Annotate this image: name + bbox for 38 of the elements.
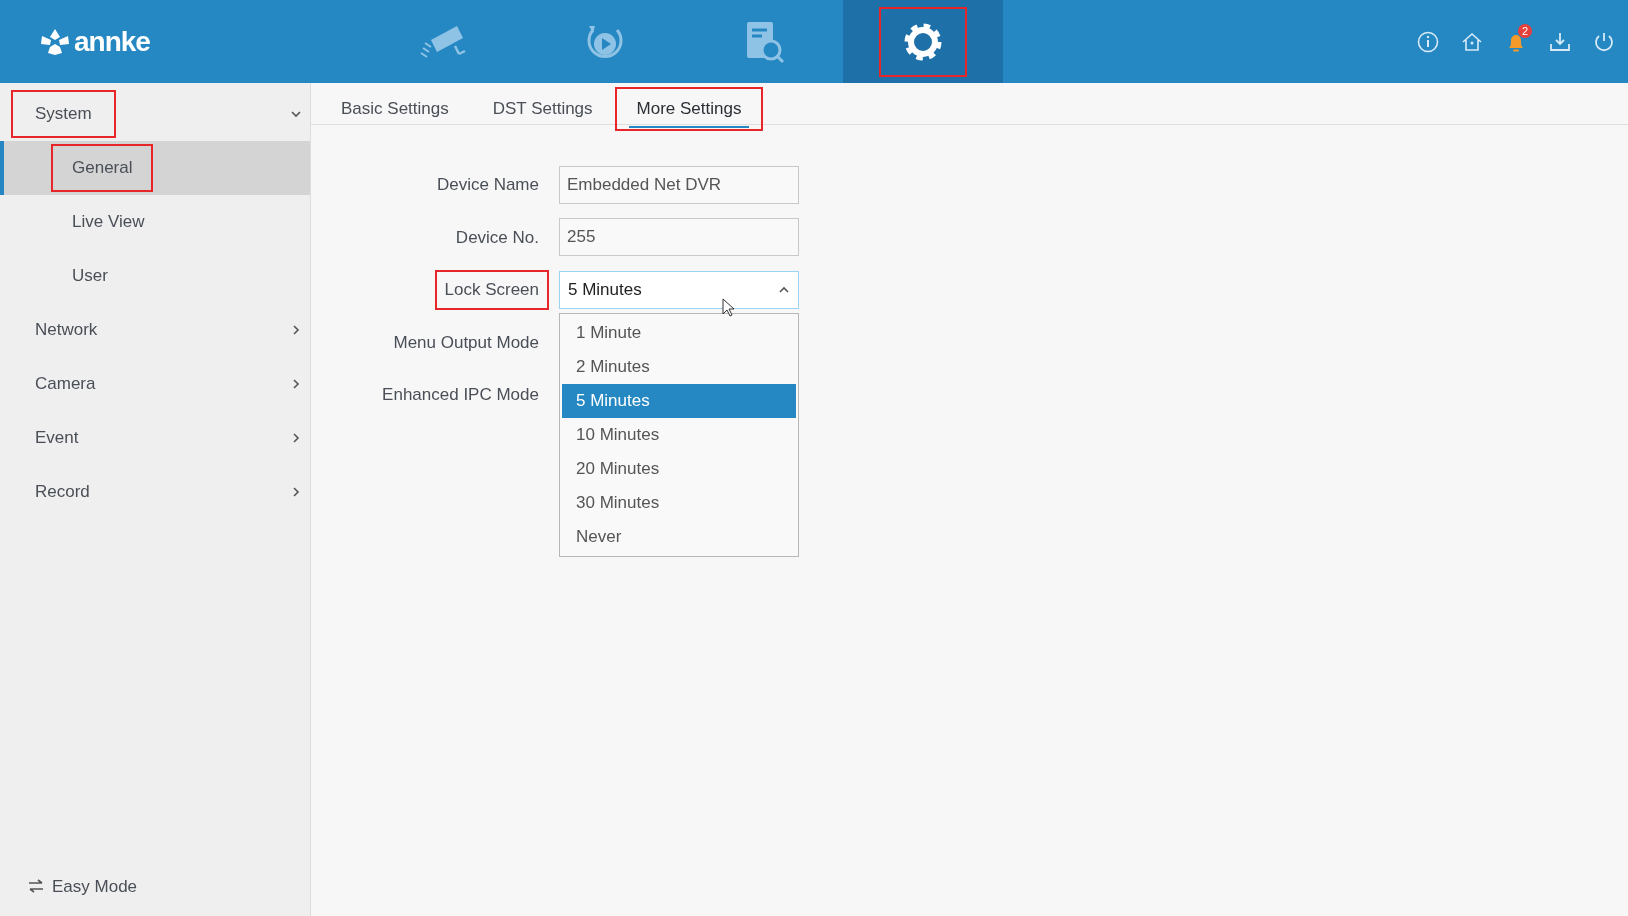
chevron-right-icon — [290, 432, 302, 444]
chevron-right-icon — [290, 378, 302, 390]
sidebar-subitem[interactable]: User — [0, 249, 310, 303]
chevron-down-icon — [290, 108, 302, 120]
easy-mode-button[interactable]: Easy Mode — [22, 872, 144, 900]
field-label: Menu Output Mode — [392, 331, 540, 354]
dropdown-field[interactable]: 5 Minutes — [559, 270, 799, 309]
info-icon — [1416, 29, 1440, 54]
chevron-right-icon — [290, 324, 302, 336]
text-input-field[interactable]: Embedded Net DVR — [559, 165, 799, 204]
field-label: Device Name — [435, 174, 540, 196]
dropdown-option[interactable]: 30 Minutes — [562, 485, 796, 520]
field-label: Lock Screen — [434, 270, 549, 310]
sidebar-item[interactable]: Event — [0, 411, 310, 465]
text-input-field[interactable]: 255 — [559, 218, 799, 257]
settings-tab[interactable]: More Settings — [614, 87, 764, 131]
dropdown-option[interactable]: 10 Minutes — [562, 417, 796, 452]
sidebar-subitem[interactable]: Live View — [0, 195, 310, 249]
swap-icon — [28, 879, 44, 894]
dropdown-option[interactable]: 20 Minutes — [562, 451, 796, 486]
sidebar-item[interactable]: System — [0, 87, 310, 141]
settings-tab[interactable]: DST Settings — [470, 87, 615, 131]
settings-tab[interactable]: Basic Settings — [319, 87, 471, 131]
sidebar-item[interactable]: Network — [0, 303, 310, 357]
field-label: Enhanced IPC Mode — [381, 384, 540, 406]
sidebar-item[interactable]: Record — [0, 465, 310, 519]
sidebar-item[interactable]: Camera — [0, 357, 310, 411]
notification-count-badge: 2 — [1517, 23, 1532, 38]
logo: annke — [74, 24, 150, 59]
nav-tab[interactable] — [843, 0, 1003, 83]
toolbar-button[interactable]: 2 — [1496, 21, 1536, 62]
dropdown-option[interactable]: 5 Minutes — [562, 383, 796, 418]
field-label: Device No. — [454, 226, 540, 249]
dropdown-option[interactable]: Never — [562, 519, 796, 554]
dropdown-option[interactable]: 1 Minute — [562, 315, 796, 350]
sidebar-subitem[interactable]: General — [0, 141, 310, 195]
chevron-right-icon — [290, 486, 302, 498]
dropdown-option[interactable]: 2 Minutes — [562, 349, 796, 384]
